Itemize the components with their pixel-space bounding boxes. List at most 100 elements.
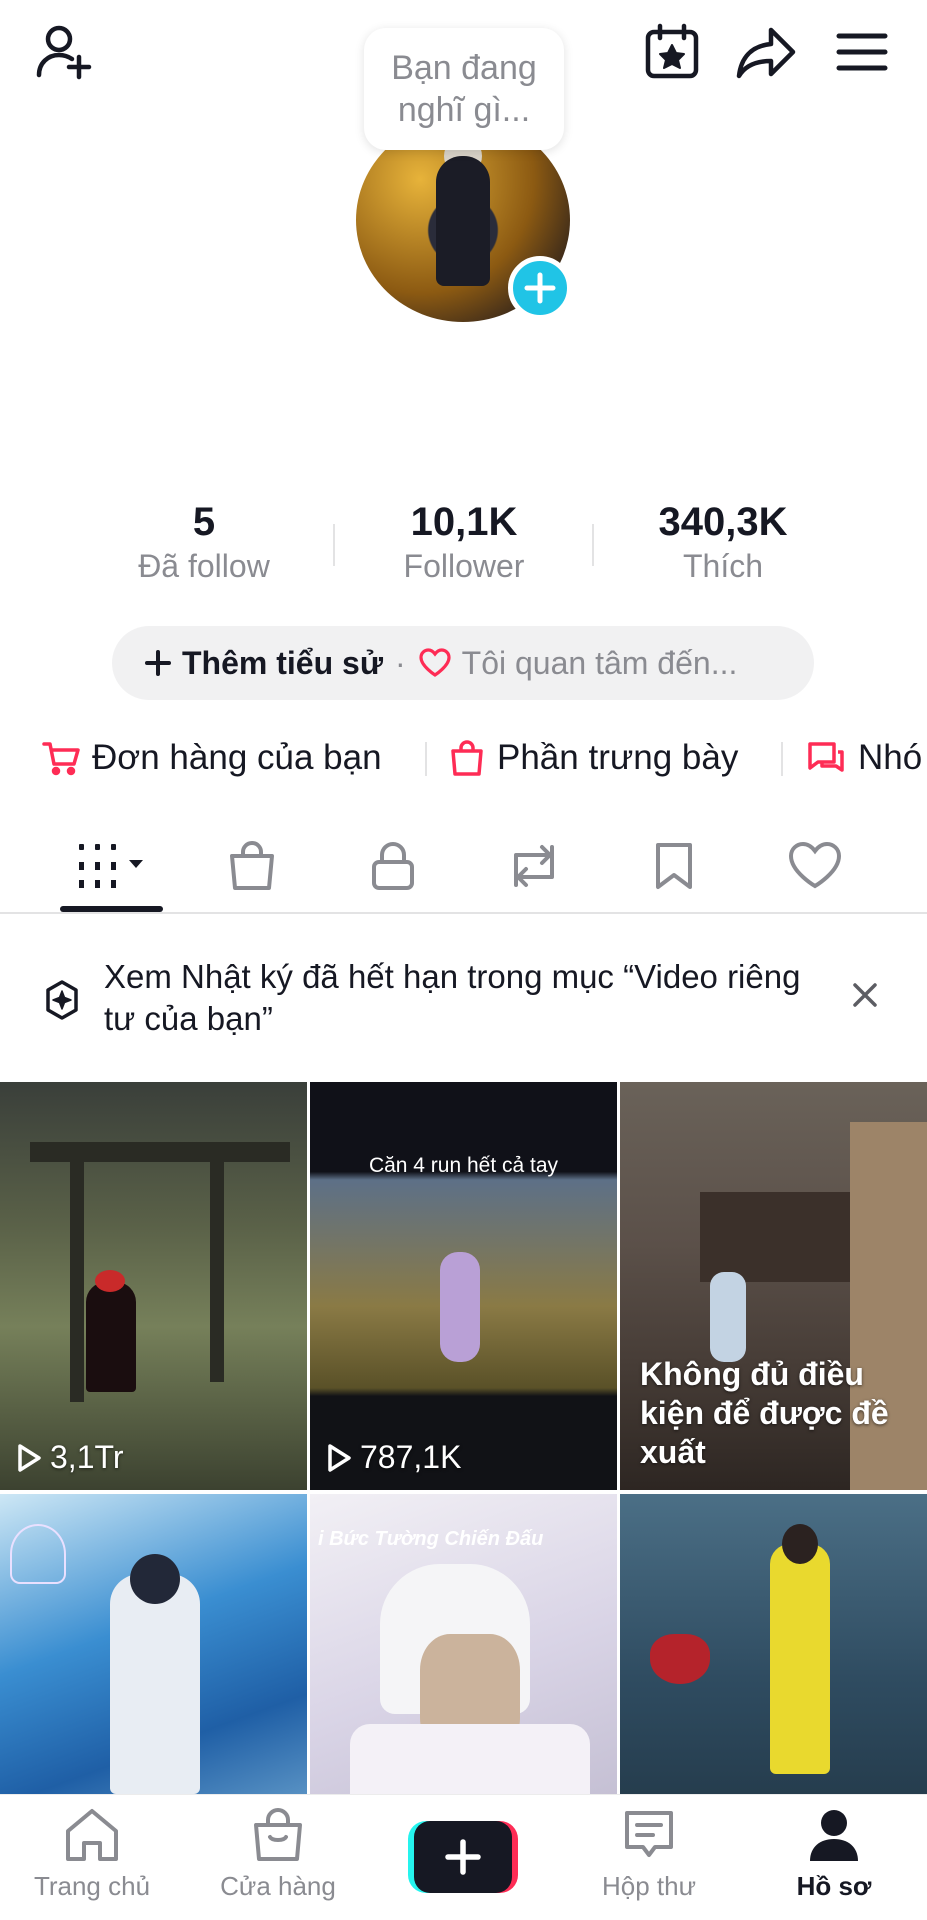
nav-shop[interactable]: Cửa hàng <box>188 1807 368 1902</box>
cart-icon <box>42 742 80 776</box>
add-friend-icon[interactable] <box>34 20 98 84</box>
close-icon[interactable] <box>852 982 878 1008</box>
video-caption: i Bức Tường Chiến Đấu <box>318 1528 544 1550</box>
plus-icon <box>445 1839 481 1875</box>
showcase-shortcut[interactable]: Phần trưng bày <box>449 730 738 786</box>
shortcut-divider <box>425 742 427 776</box>
videos-grid-icon <box>79 844 143 888</box>
profile-icon <box>810 1810 858 1861</box>
orders-shortcut[interactable]: Đơn hàng của bạn <box>42 730 382 786</box>
plus-icon <box>145 650 171 676</box>
view-count-text: 3,1Tr <box>50 1439 124 1475</box>
group-shortcut[interactable]: Nhó <box>806 730 922 786</box>
tab-private[interactable] <box>323 820 463 912</box>
add-bio-label[interactable]: Thêm tiểu sử <box>182 645 383 682</box>
thumb-character <box>440 1252 480 1362</box>
thumb-post <box>210 1152 224 1382</box>
thumb-post <box>70 1152 84 1402</box>
thumb-character <box>110 1574 200 1794</box>
avatar-add-button[interactable] <box>508 256 572 320</box>
thumb-character <box>710 1272 746 1362</box>
tab-liked[interactable] <box>745 820 885 912</box>
video-thumbnail[interactable]: i Bức Tường Chiến Đấu <box>310 1494 617 1794</box>
heart-icon <box>419 648 451 677</box>
followers-stat[interactable]: 10,1K Follower <box>344 498 584 586</box>
thumb-character <box>770 1544 830 1774</box>
video-thumbnail[interactable]: 3,1Tr <box>0 1082 307 1490</box>
bio-separator: · <box>394 644 406 681</box>
nav-home[interactable]: Trang chủ <box>2 1807 182 1902</box>
play-icon <box>328 1443 351 1472</box>
bag-icon <box>451 740 483 776</box>
video-thumbnail[interactable]: Căn 4 run hết cả tay 787,1K <box>310 1082 617 1490</box>
thumb-character <box>86 1282 136 1392</box>
following-stat[interactable]: 5 Đã follow <box>84 498 324 586</box>
expired-log-notice[interactable]: Xem Nhật ký đã hết hạn trong mục “Video … <box>0 950 927 1050</box>
chat-group-icon <box>808 742 844 772</box>
followers-count: 10,1K <box>410 500 518 544</box>
nav-shop-label: Cửa hàng <box>220 1871 336 1901</box>
shop-icon <box>254 1808 302 1861</box>
thumb-character-coat <box>350 1724 590 1794</box>
shop-bag-icon <box>230 841 274 890</box>
video-grid: 3,1Tr Căn 4 run hết cả tay 787,1K Không … <box>0 1082 927 1794</box>
inbox-icon <box>625 1811 673 1857</box>
share-icon[interactable] <box>734 20 798 84</box>
bio-pill[interactable]: Thêm tiểu sử · Tôi quan tâm đến... <box>112 626 814 700</box>
not-eligible-warning: Không đủ điều kiện để được đề xuất <box>640 1356 889 1470</box>
likes-count: 340,3K <box>658 500 788 544</box>
nav-inbox[interactable]: Hộp thư <box>559 1807 739 1902</box>
notice-text: Xem Nhật ký đã hết hạn trong mục “Video … <box>104 958 801 1037</box>
nav-home-label: Trang chủ <box>33 1871 151 1901</box>
nav-inbox-label: Hộp thư <box>601 1871 696 1901</box>
content-tabs <box>0 820 927 914</box>
stats-divider <box>592 524 594 566</box>
shortcut-divider <box>781 742 783 776</box>
following-label: Đã follow <box>138 548 270 584</box>
showcase-label: Phần trưng bày <box>497 738 739 777</box>
lock-icon <box>372 842 414 890</box>
active-tab-indicator <box>60 906 163 912</box>
nav-profile-label: Hồ sơ <box>796 1871 872 1901</box>
view-count: 787,1K <box>326 1439 461 1476</box>
thumb-character-head <box>782 1524 818 1564</box>
stats-divider <box>333 524 335 566</box>
create-button[interactable] <box>408 1821 518 1893</box>
video-thumbnail[interactable]: Không đủ điều kiện để được đề xuất <box>620 1082 927 1490</box>
play-icon <box>18 1443 41 1472</box>
thumb-emblem <box>650 1634 710 1684</box>
thumb-character-head <box>130 1554 180 1604</box>
video-thumbnail[interactable] <box>620 1494 927 1794</box>
status-bubble-text: Bạn đang nghĩ gì... <box>391 49 537 129</box>
bookmark-icon <box>656 843 692 889</box>
shortcut-row: Đơn hàng của bạn Phần trưng bày Nhó <box>0 730 927 786</box>
heart-icon <box>788 841 842 889</box>
video-caption: Căn 4 run hết cả tay <box>368 1154 559 1177</box>
tab-favorites[interactable] <box>604 820 744 912</box>
thumb-jellyfish <box>10 1524 66 1584</box>
following-count: 5 <box>192 500 216 544</box>
profile-stats: 5 Đã follow 10,1K Follower 340,3K Thích <box>0 498 927 594</box>
create-button-face <box>414 1821 512 1893</box>
tab-reposts[interactable] <box>464 820 604 912</box>
view-count: 3,1Tr <box>16 1439 124 1476</box>
likes-label: Thích <box>682 548 764 584</box>
tab-shop[interactable] <box>182 820 322 912</box>
thumb-character-hat <box>95 1270 125 1292</box>
likes-stat[interactable]: 340,3K Thích <box>603 498 843 586</box>
repost-icon <box>514 845 554 887</box>
thumb-beam <box>30 1142 290 1162</box>
bottom-navigation: Trang chủ Cửa hàng Hộp thư Hồ sơ <box>0 1794 927 1920</box>
home-icon <box>66 1809 118 1861</box>
avatar-figure-body <box>436 156 490 286</box>
calendar-star-icon[interactable] <box>640 20 704 84</box>
group-label: Nhó <box>858 738 923 777</box>
status-bubble[interactable]: Bạn đang nghĩ gì... <box>364 28 564 150</box>
menu-icon[interactable] <box>830 20 894 84</box>
plus-icon <box>524 272 556 304</box>
video-thumbnail[interactable] <box>0 1494 307 1794</box>
followers-label: Follower <box>403 548 525 584</box>
interests-label[interactable]: Tôi quan tâm đến... <box>462 645 738 682</box>
nav-profile[interactable]: Hồ sơ <box>744 1807 924 1902</box>
tab-videos[interactable] <box>42 820 182 912</box>
